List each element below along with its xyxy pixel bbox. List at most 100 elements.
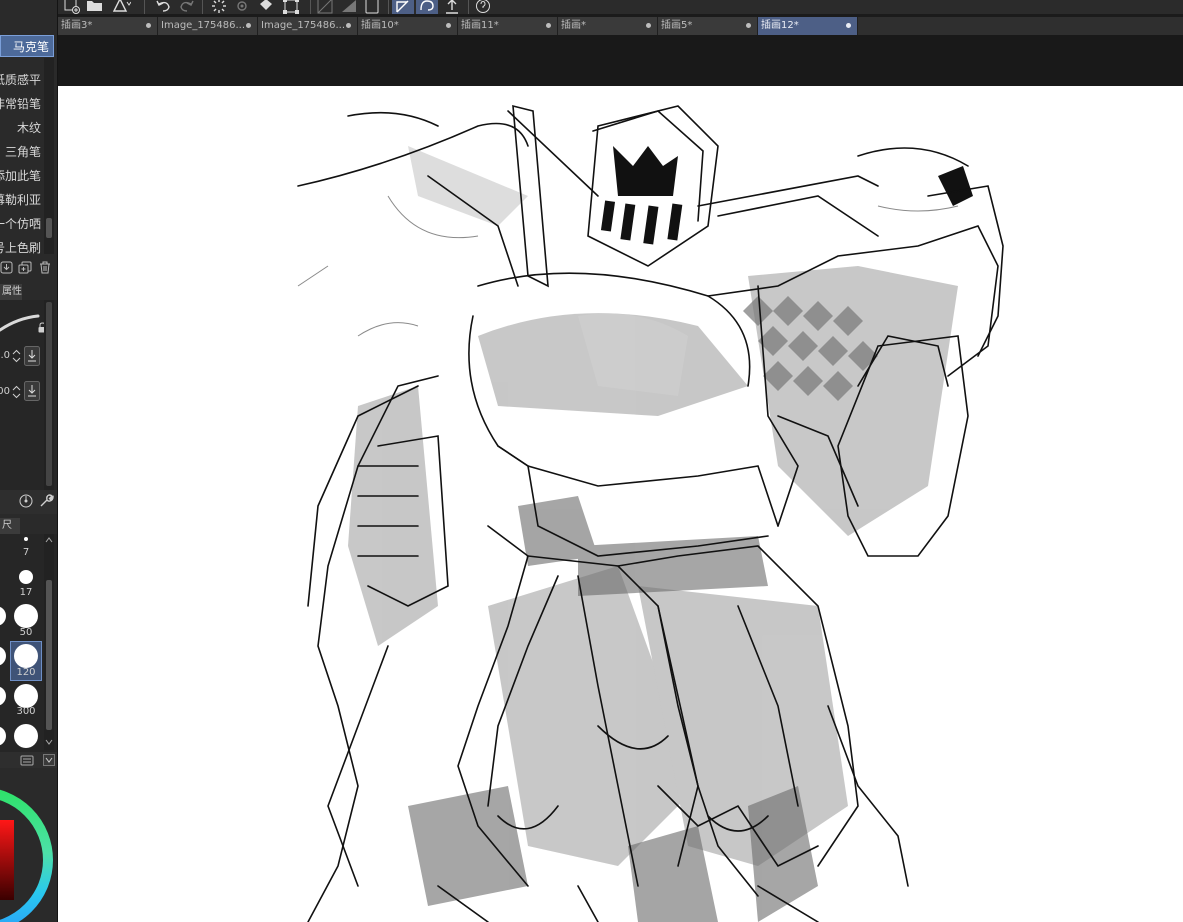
- canvas-top-band: [58, 35, 1183, 86]
- close-dot-icon[interactable]: [846, 23, 851, 28]
- brush-item[interactable]: 纸质感平: [0, 69, 42, 91]
- save-button[interactable]: [108, 0, 136, 14]
- fill-button[interactable]: [254, 0, 278, 14]
- brush-size-tab[interactable]: 尺寸: [0, 518, 20, 547]
- tab-label: 插画5*: [661, 20, 693, 31]
- select-icon: [365, 0, 379, 14]
- brush-item[interactable]: 一个仿哂: [0, 213, 42, 235]
- redo-button[interactable]: [176, 0, 196, 14]
- settings-button[interactable]: [232, 0, 252, 14]
- lasso-select-button[interactable]: [392, 0, 414, 14]
- tab-document[interactable]: 插画3*: [58, 17, 158, 35]
- brush-item[interactable]: 幕勒利亚: [0, 189, 42, 211]
- document-tabs: 插画3* Image_175486... Image_175486... 插画1…: [58, 17, 1183, 35]
- close-dot-icon[interactable]: [146, 23, 151, 28]
- tab-document[interactable]: 插画11*: [458, 17, 558, 35]
- settings-icon: [237, 1, 247, 11]
- eraser-icon: [342, 0, 356, 12]
- scroll-thumb[interactable]: [46, 580, 52, 730]
- spinner-arrows-icon[interactable]: [12, 385, 21, 399]
- size-scrollbar[interactable]: [44, 534, 54, 750]
- undo-button[interactable]: [154, 0, 174, 14]
- scroll-thumb[interactable]: [46, 218, 52, 238]
- tab-document[interactable]: 插画*: [558, 17, 658, 35]
- size-dot-300[interactable]: [14, 684, 38, 708]
- close-dot-icon[interactable]: [246, 23, 251, 28]
- wrench-icon[interactable]: [38, 493, 54, 509]
- size-dot-7[interactable]: [24, 537, 28, 541]
- size-label: 17: [19, 587, 33, 598]
- eraser-button[interactable]: [338, 0, 360, 14]
- tab-document[interactable]: Image_175486...: [158, 17, 258, 35]
- knight-sketch: [297, 104, 1004, 922]
- loading-icon: [212, 0, 226, 13]
- close-dot-icon[interactable]: [646, 23, 651, 28]
- brush-item[interactable]: 添加此笔: [0, 165, 42, 187]
- open-folder-icon: [87, 1, 102, 11]
- settings-small-icon[interactable]: [20, 754, 34, 766]
- chevron-down-icon[interactable]: [45, 738, 53, 746]
- new-canvas-icon: [64, 0, 80, 14]
- size-label: 120: [16, 667, 36, 678]
- brush-item[interactable]: 号上色刷: [0, 237, 42, 259]
- size-value[interactable]: 1.0: [0, 350, 10, 361]
- spinner-arrows-icon[interactable]: [12, 349, 21, 363]
- tab-label: 插画*: [561, 20, 586, 31]
- brush-list-scrollbar[interactable]: [44, 58, 54, 254]
- close-dot-icon[interactable]: [346, 23, 351, 28]
- export-button[interactable]: [442, 0, 462, 14]
- select-button[interactable]: [362, 0, 382, 14]
- brush-item[interactable]: 非常铅笔: [0, 93, 42, 115]
- dropdown-icon[interactable]: [43, 754, 55, 766]
- close-dot-icon[interactable]: [446, 23, 451, 28]
- lasso-select-icon: [396, 0, 409, 13]
- size-dot-120[interactable]: [14, 644, 38, 668]
- tab-document[interactable]: Image_175486...: [258, 17, 358, 35]
- new-canvas-button[interactable]: [62, 0, 82, 14]
- drawing-canvas[interactable]: [58, 86, 1183, 922]
- brush-item-selected[interactable]: 马克笔: [0, 35, 54, 57]
- curve-button[interactable]: [416, 0, 438, 14]
- tab-document[interactable]: 插画5*: [658, 17, 758, 35]
- close-dot-icon[interactable]: [546, 23, 551, 28]
- export-icon: [446, 0, 458, 14]
- size-dot-50[interactable]: [14, 604, 38, 628]
- transform-icon: [283, 0, 299, 14]
- redo-icon: [180, 0, 194, 12]
- close-dot-icon[interactable]: [746, 23, 751, 28]
- loading-button[interactable]: [208, 0, 230, 14]
- tab-document-active[interactable]: 插画12*: [758, 17, 858, 35]
- tool-property-tab[interactable]: 属性: [0, 284, 22, 300]
- tab-document[interactable]: 插画10*: [358, 17, 458, 35]
- toolbar-separator: [310, 0, 311, 14]
- trash-icon[interactable]: [38, 261, 52, 274]
- opacity-value[interactable]: 100: [0, 386, 10, 397]
- help-icon: [476, 0, 490, 13]
- toolbar-separator: [468, 0, 469, 14]
- brush-item[interactable]: 木纹: [0, 117, 42, 139]
- brush-item[interactable]: 三角笔: [0, 141, 42, 163]
- property-scrollbar[interactable]: [44, 300, 54, 490]
- duplicate-icon[interactable]: [18, 261, 32, 274]
- toolbar-separator: [144, 0, 145, 14]
- transform-button[interactable]: [280, 0, 302, 14]
- help-button[interactable]: [472, 0, 494, 14]
- download-icon[interactable]: [0, 261, 13, 274]
- size-label: 50: [19, 627, 33, 638]
- color-wheel[interactable]: [0, 780, 58, 922]
- chevron-up-icon[interactable]: [45, 536, 53, 544]
- size-dot-17[interactable]: [19, 570, 33, 584]
- scroll-thumb[interactable]: [46, 302, 52, 486]
- curve-icon: [420, 0, 434, 11]
- reset-dial-icon[interactable]: [18, 493, 34, 509]
- size-dot-extra[interactable]: [14, 724, 38, 748]
- clear-button[interactable]: [314, 0, 336, 14]
- tab-label: 插画10*: [361, 20, 399, 31]
- pressure-download-icon[interactable]: [24, 381, 40, 401]
- pressure-download-icon[interactable]: [24, 346, 40, 366]
- fill-icon: [260, 0, 272, 10]
- open-button[interactable]: [84, 0, 106, 14]
- tab-label: 插画3*: [61, 20, 93, 31]
- tab-label: 插画12*: [761, 20, 799, 31]
- size-label: 300: [16, 706, 36, 717]
